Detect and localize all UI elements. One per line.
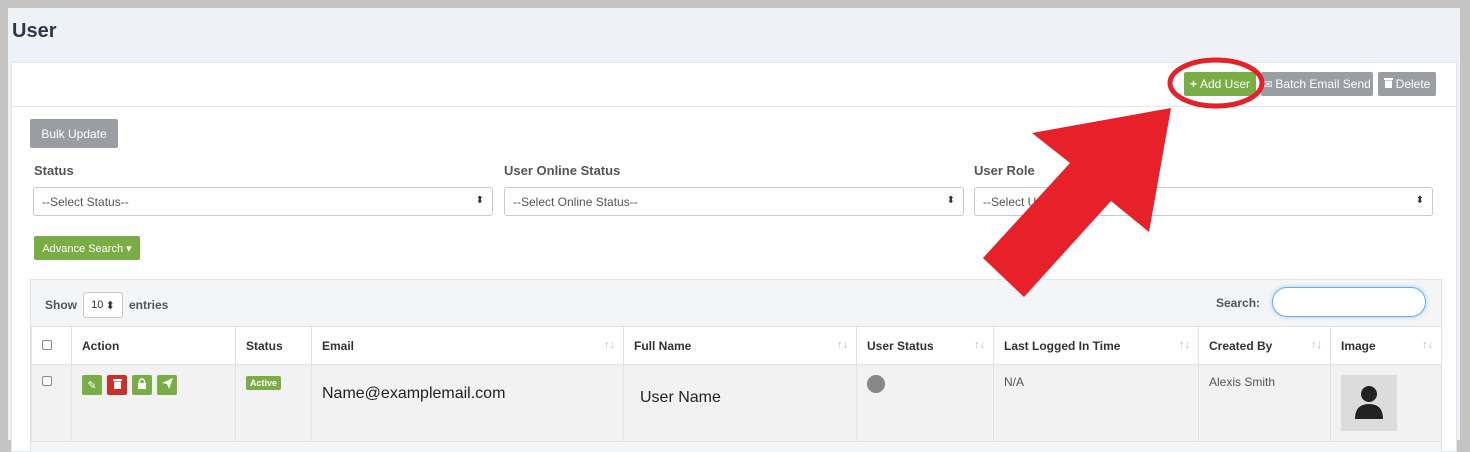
lock-user-button[interactable]	[132, 375, 152, 395]
row-select-cell	[31, 364, 72, 442]
search-input[interactable]	[1272, 287, 1426, 317]
send-email-button[interactable]	[157, 375, 177, 395]
show-label: Show	[45, 298, 77, 312]
batch-email-send-label: Batch Email Send	[1275, 77, 1371, 91]
row-created-by-cell: Alexis Smith	[1198, 364, 1331, 442]
select-caret-icon: ⬍	[475, 195, 484, 206]
batch-email-send-button[interactable]: ✉ Batch Email Send	[1261, 72, 1373, 96]
paper-plane-icon	[161, 378, 173, 392]
user-role-select-value: --Select Us	[983, 194, 1043, 209]
envelope-icon: ✉	[1263, 78, 1273, 91]
sort-icon: ↑↓	[974, 339, 985, 351]
select-caret-icon: ⬍	[1415, 195, 1424, 206]
status-select[interactable]: --Select Status-- ⬍	[33, 187, 493, 216]
delete-label: Delete	[1395, 77, 1431, 91]
trash-icon	[112, 378, 122, 392]
column-header-email[interactable]: Email ↑↓	[311, 326, 624, 365]
column-header-last-logged-in[interactable]: Last Logged In Time ↑↓	[993, 326, 1199, 365]
column-header-image[interactable]: Image ↑↓	[1330, 326, 1442, 365]
add-user-label: Add User	[1199, 77, 1251, 91]
sort-icon: ↑↓	[1422, 339, 1433, 351]
row-checkbox[interactable]	[42, 376, 52, 386]
edit-user-button[interactable]: ✎	[82, 375, 102, 395]
email-value: Name@examplemail.com	[322, 385, 506, 402]
page-title: User	[12, 20, 57, 42]
search-label: Search:	[1216, 296, 1261, 310]
select-all-header	[31, 326, 72, 365]
lock-icon	[137, 378, 147, 392]
select-all-checkbox[interactable]	[42, 339, 52, 350]
row-full-name-cell: User Name	[623, 364, 857, 442]
full-name-value: User Name	[640, 389, 721, 406]
table-row: ✎ Active Name@examplemail.com User Name …	[31, 364, 1442, 442]
online-status-indicator	[867, 375, 885, 393]
row-image-cell	[1330, 364, 1442, 442]
online-status-select[interactable]: --Select Online Status-- ⬍	[504, 187, 964, 216]
online-status-select-value: --Select Online Status--	[513, 194, 638, 209]
row-last-logged-in-cell: N/A	[993, 364, 1199, 442]
bulk-update-button[interactable]: Bulk Update	[30, 119, 118, 148]
row-status-cell: Active	[235, 364, 312, 442]
sort-icon: ↑↓	[837, 339, 848, 351]
column-header-status[interactable]: Status	[235, 326, 312, 365]
page-background: User + Add User ✉ Batch Email Send Delet…	[8, 8, 1460, 452]
column-header-created-by[interactable]: Created By ↑↓	[1198, 326, 1331, 365]
sort-icon: ↑↓	[1311, 339, 1322, 351]
page-length-control: Show 10 ⬍ entries	[45, 292, 168, 318]
row-email-cell: Name@examplemail.com	[311, 364, 624, 442]
user-avatar-icon	[1353, 385, 1385, 422]
online-status-filter-label: User Online Status	[504, 163, 621, 178]
status-select-value: --Select Status--	[42, 194, 129, 209]
page-length-value: 10	[91, 299, 104, 311]
row-user-status-cell	[856, 364, 994, 442]
table-header-row: Action Status Email ↑↓ Full Name ↑↓ User S…	[31, 326, 1442, 365]
delete-user-button[interactable]	[107, 375, 127, 395]
sort-icon: ↑↓	[1179, 339, 1190, 351]
plus-icon: +	[1189, 77, 1197, 91]
status-filter-label: Status	[34, 163, 74, 178]
toolbar: + Add User ✉ Batch Email Send Delete	[12, 63, 1456, 107]
entries-label: entries	[129, 298, 169, 312]
column-header-full-name[interactable]: Full Name ↑↓	[623, 326, 857, 365]
created-by-value: Alexis Smith	[1209, 375, 1276, 389]
page-length-select[interactable]: 10 ⬍	[83, 292, 123, 318]
users-table: Action Status Email ↑↓ Full Name ↑↓ User S…	[31, 326, 1442, 442]
add-user-button[interactable]: + Add User	[1184, 72, 1256, 96]
select-caret-icon: ⬍	[946, 195, 955, 206]
avatar	[1341, 375, 1397, 431]
user-role-filter-label: User Role	[974, 163, 1035, 178]
edit-icon: ✎	[87, 379, 97, 392]
column-header-user-status[interactable]: User Status ↑↓	[856, 326, 994, 365]
status-badge: Active	[246, 376, 282, 390]
delete-button[interactable]: Delete	[1378, 72, 1436, 96]
trash-icon	[1383, 77, 1393, 91]
user-role-select[interactable]: --Select Us ⬍	[974, 187, 1433, 216]
users-table-wrapper: Show 10 ⬍ entries Search: Action Status	[30, 279, 1442, 452]
column-header-action[interactable]: Action	[71, 326, 236, 365]
sort-icon: ↑↓	[604, 339, 615, 351]
row-actions-cell: ✎	[71, 364, 236, 442]
user-panel: + Add User ✉ Batch Email Send Delete Bul…	[11, 62, 1457, 452]
advance-search-button[interactable]: Advance Search ▾	[34, 236, 140, 260]
last-logged-in-value: N/A	[1004, 375, 1025, 389]
